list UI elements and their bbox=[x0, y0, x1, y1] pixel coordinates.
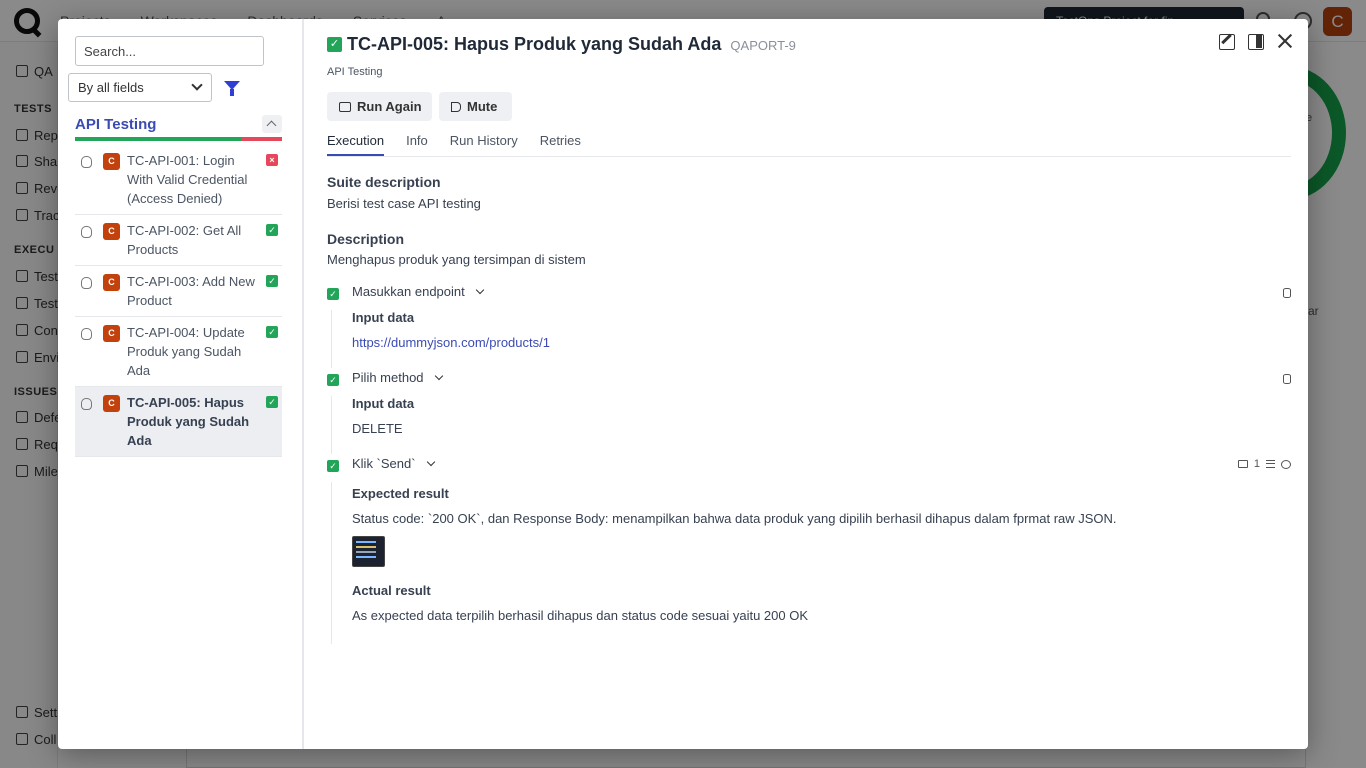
run-again-button[interactable]: Run Again bbox=[327, 92, 432, 121]
actual-result-heading: Actual result bbox=[352, 583, 431, 598]
manual-hand-icon bbox=[81, 328, 92, 340]
suite-title[interactable]: API Testing bbox=[75, 116, 156, 133]
test-case-item-selected[interactable]: C TC-API-005: Hapus Produk yang Sudah Ad… bbox=[75, 387, 282, 457]
chevron-up-icon[interactable] bbox=[262, 115, 282, 133]
chevron-down-icon bbox=[434, 371, 443, 381]
edit-icon[interactable] bbox=[1219, 34, 1235, 50]
input-data-value: DELETE bbox=[352, 421, 403, 436]
suite-description-text: Berisi test case API testing bbox=[327, 196, 481, 211]
case-type-badge: C bbox=[103, 274, 120, 291]
chevron-down-icon bbox=[426, 457, 435, 467]
repeat-icon bbox=[339, 102, 351, 112]
passed-status-icon: ✓ bbox=[266, 396, 278, 408]
breadcrumb-suite[interactable]: API Testing bbox=[327, 66, 382, 78]
step-body: Input data DELETE bbox=[331, 396, 414, 454]
suite-description-heading: Suite description bbox=[327, 174, 441, 190]
test-case-item[interactable]: C TC-API-002: Get All Products ✓ bbox=[75, 215, 282, 266]
case-type-badge: C bbox=[103, 325, 120, 342]
test-case-tree-panel: By all fields API Testing C TC-API-001: … bbox=[58, 19, 304, 749]
description-heading: Description bbox=[327, 231, 405, 247]
input-data-heading: Input data bbox=[352, 396, 415, 411]
tab-run-history[interactable]: Run History bbox=[450, 131, 518, 156]
attachments-count: 1 bbox=[1253, 458, 1260, 470]
step-label[interactable]: Pilih method bbox=[352, 370, 443, 385]
step-passed-icon: ✓ bbox=[327, 288, 339, 300]
tab-info[interactable]: Info bbox=[406, 131, 428, 156]
passed-status-icon: ✓ bbox=[327, 37, 342, 52]
failed-status-icon: × bbox=[266, 154, 278, 166]
test-case-heading: TC-API-005: Hapus Produk yang Sudah Ada … bbox=[347, 34, 796, 55]
step-label[interactable]: Masukkan endpoint bbox=[352, 284, 484, 299]
step-label[interactable]: Klik `Send` bbox=[352, 456, 435, 471]
details-lines-icon[interactable] bbox=[1266, 460, 1275, 468]
test-case-item[interactable]: C TC-API-001: Login With Valid Credentia… bbox=[75, 145, 282, 215]
search-field-select[interactable]: By all fields bbox=[68, 73, 212, 102]
image-icon[interactable] bbox=[1237, 460, 1248, 468]
filter-icon[interactable] bbox=[224, 81, 240, 96]
detail-tabs: Execution Info Run History Retries bbox=[327, 131, 1291, 157]
tab-execution[interactable]: Execution bbox=[327, 131, 385, 156]
passed-status-icon: ✓ bbox=[266, 224, 278, 236]
split-view-icon[interactable] bbox=[1248, 34, 1264, 50]
database-icon[interactable] bbox=[1283, 288, 1291, 298]
test-result-detail: ✓ TC-API-005: Hapus Produk yang Sudah Ad… bbox=[306, 19, 1308, 749]
manual-hand-icon bbox=[81, 226, 92, 238]
step-body: Input data https://dummyjson.com/product… bbox=[331, 310, 550, 368]
step-passed-icon: ✓ bbox=[327, 460, 339, 472]
attachment-thumbnail[interactable] bbox=[352, 536, 385, 567]
test-case-title: TC-API-004: Update Produk yang Sudah Ada bbox=[127, 325, 245, 378]
test-case-item[interactable]: C TC-API-004: Update Produk yang Sudah A… bbox=[75, 317, 282, 387]
description-text: Menghapus produk yang tersimpan di siste… bbox=[327, 252, 586, 267]
case-type-badge: C bbox=[103, 153, 120, 170]
suite-progress-bar bbox=[75, 137, 282, 141]
chevron-down-icon bbox=[191, 79, 203, 91]
progress-passed bbox=[75, 137, 241, 141]
input-data-heading: Input data bbox=[352, 310, 415, 325]
case-type-badge: C bbox=[103, 395, 120, 412]
test-case-title: TC-API-005: Hapus Produk yang Sudah Ada bbox=[127, 395, 250, 448]
database-icon[interactable] bbox=[1283, 374, 1291, 384]
close-icon[interactable] bbox=[1276, 32, 1294, 50]
case-key[interactable]: QAPORT-9 bbox=[730, 38, 796, 53]
comment-icon[interactable] bbox=[1281, 459, 1291, 469]
expected-result-text: Status code: `200 OK`, dan Response Body… bbox=[352, 511, 1117, 526]
test-case-item[interactable]: C TC-API-003: Add New Product ✓ bbox=[75, 266, 282, 317]
tab-retries[interactable]: Retries bbox=[540, 131, 581, 156]
progress-failed bbox=[240, 137, 282, 141]
test-case-title: TC-API-001: Login With Valid Credential … bbox=[127, 153, 248, 206]
step-passed-icon: ✓ bbox=[327, 374, 339, 386]
manual-hand-icon bbox=[81, 277, 92, 289]
test-case-list: C TC-API-001: Login With Valid Credentia… bbox=[75, 145, 282, 457]
test-case-title: TC-API-003: Add New Product bbox=[127, 274, 255, 308]
search-field-value: By all fields bbox=[78, 80, 144, 95]
manual-hand-icon bbox=[81, 398, 92, 410]
actual-result-text: As expected data terpilih berhasil dihap… bbox=[352, 608, 809, 623]
passed-status-icon: ✓ bbox=[266, 275, 278, 287]
expected-result-heading: Expected result bbox=[352, 486, 449, 501]
test-case-title: TC-API-002: Get All Products bbox=[127, 223, 242, 257]
mute-button[interactable]: Mute bbox=[439, 92, 512, 121]
test-result-modal: By all fields API Testing C TC-API-001: … bbox=[58, 19, 1308, 749]
manual-hand-icon bbox=[81, 156, 92, 168]
case-type-badge: C bbox=[103, 223, 120, 240]
chevron-down-icon bbox=[475, 285, 484, 295]
page-title: TC-API-005: Hapus Produk yang Sudah Ada bbox=[347, 34, 722, 54]
step-meta: 1 bbox=[1237, 458, 1291, 470]
search-input[interactable] bbox=[75, 36, 264, 66]
mute-icon bbox=[451, 102, 461, 112]
step-body: Expected result Status code: `200 OK`, d… bbox=[331, 482, 1117, 644]
passed-status-icon: ✓ bbox=[266, 326, 278, 338]
input-data-link[interactable]: https://dummyjson.com/products/1 bbox=[352, 335, 550, 350]
